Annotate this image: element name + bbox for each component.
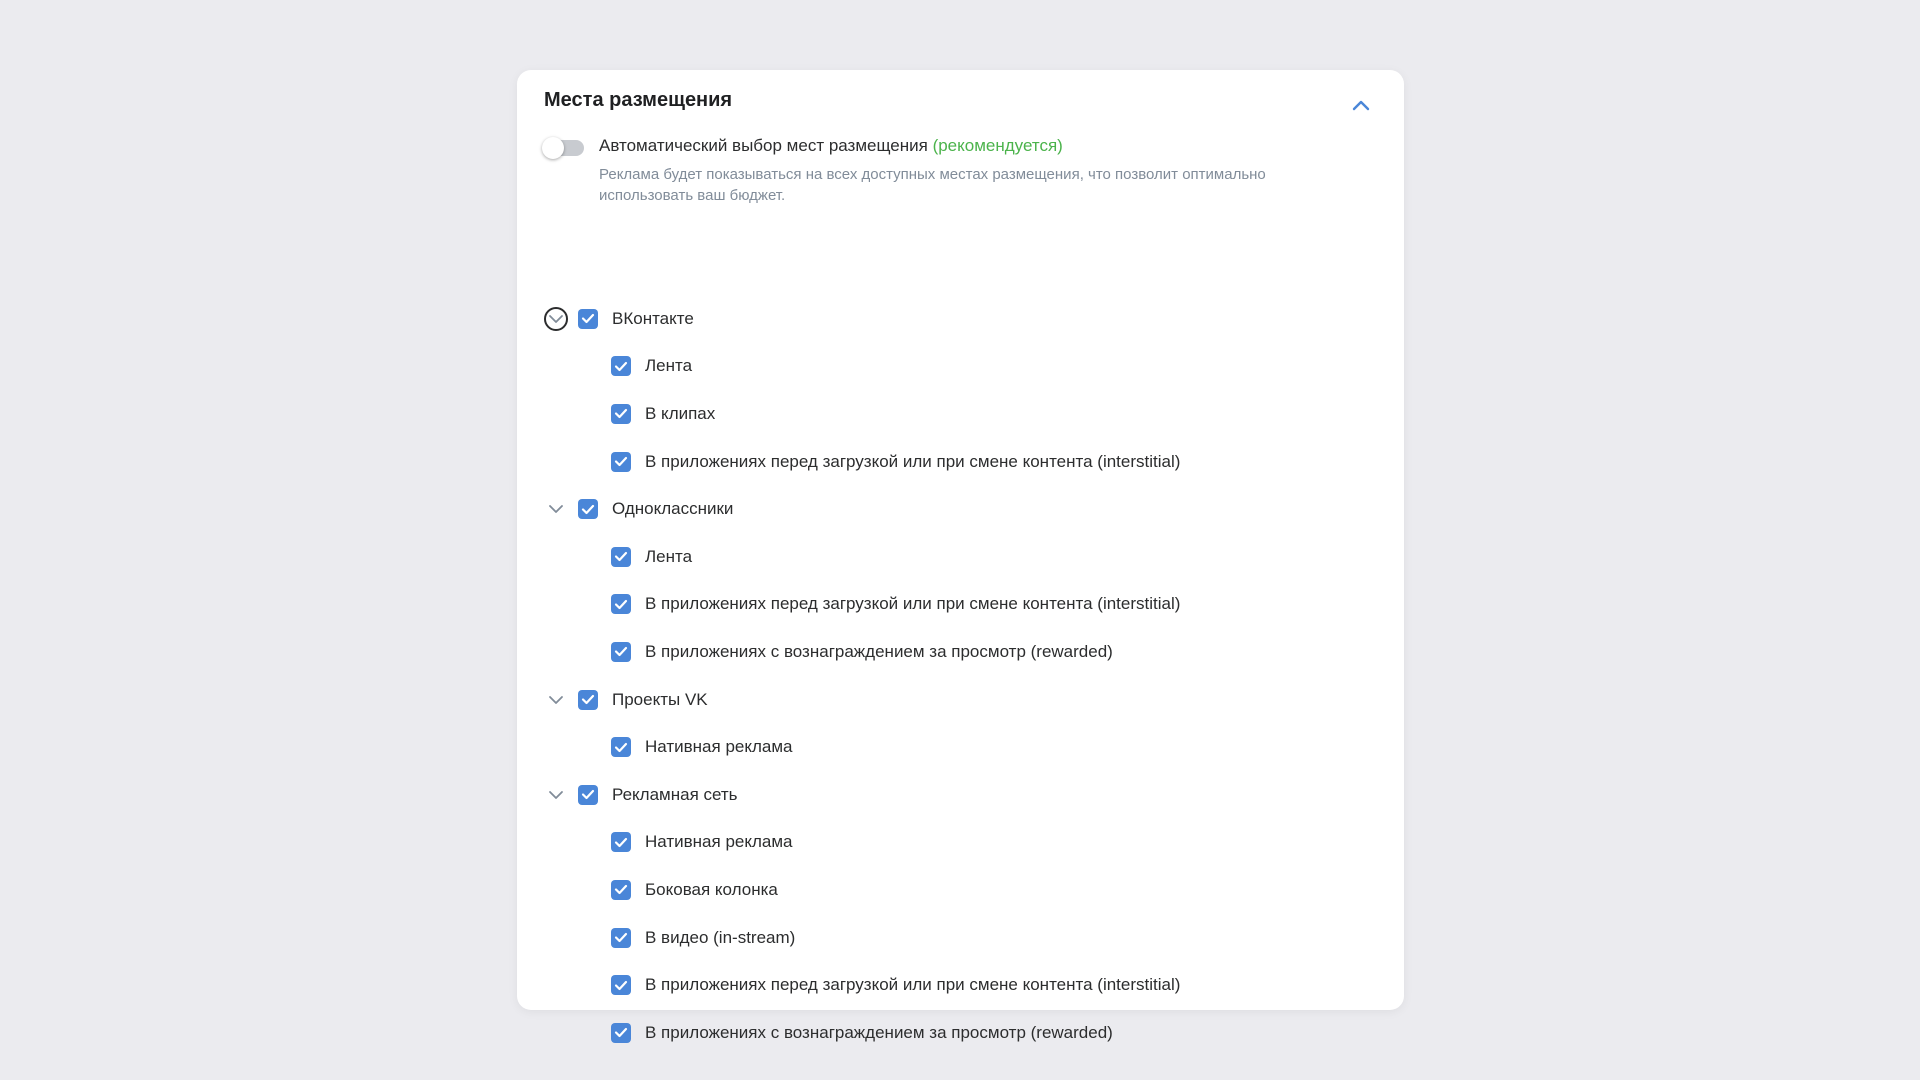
recommended-note: (рекомендуется) bbox=[932, 136, 1063, 155]
placement-checkbox[interactable] bbox=[611, 927, 631, 948]
placement-label: В приложениях перед загрузкой или при см… bbox=[645, 975, 1181, 995]
checkmark-icon bbox=[614, 599, 628, 610]
placement-label: В приложениях с вознаграждением за просм… bbox=[645, 641, 1113, 661]
checkmark-icon bbox=[614, 646, 628, 657]
checkmark-icon bbox=[614, 932, 628, 943]
placement-checkbox[interactable] bbox=[611, 1022, 631, 1043]
placement-item-row: В приложениях перед загрузкой или при см… bbox=[544, 438, 1344, 486]
group-label: Проекты VK bbox=[612, 689, 708, 709]
placement-group-row: Одноклассники bbox=[544, 485, 1344, 533]
placement-item-row: Лента bbox=[544, 533, 1344, 581]
placement-item-row: В приложениях с вознаграждением за просм… bbox=[544, 628, 1344, 676]
placements-panel: Места размещения Автоматический выбор ме… bbox=[517, 70, 1404, 1043]
placement-label: Нативная реклама bbox=[645, 832, 793, 852]
checkmark-icon bbox=[614, 1027, 628, 1038]
collapse-panel-button[interactable] bbox=[1348, 92, 1374, 118]
chevron-up-icon bbox=[1352, 100, 1370, 111]
group-label: ВКонтакте bbox=[612, 308, 694, 328]
placement-item-row: Нативная реклама bbox=[544, 723, 1344, 771]
chevron-down-icon bbox=[548, 504, 564, 514]
auto-placement-label-text: Автоматический выбор мест размещения bbox=[599, 136, 928, 155]
group-checkbox[interactable] bbox=[578, 689, 598, 710]
checkmark-icon bbox=[581, 789, 595, 800]
checkmark-icon bbox=[614, 884, 628, 895]
placement-group-row: Рекламная сеть bbox=[544, 771, 1344, 819]
placement-checkbox[interactable] bbox=[611, 403, 631, 424]
placement-label: В приложениях перед загрузкой или при см… bbox=[645, 594, 1181, 614]
placement-label: В приложениях с вознаграждением за просм… bbox=[645, 1022, 1113, 1042]
placement-item-row: Боковая колонка bbox=[544, 866, 1344, 914]
group-checkbox[interactable] bbox=[578, 308, 598, 329]
expand-group-button[interactable] bbox=[544, 306, 568, 331]
placement-checkbox[interactable] bbox=[611, 641, 631, 662]
placements-tree: ВКонтакте Лента В клипах В приложениях пере… bbox=[544, 295, 1344, 1057]
placement-label: В клипах bbox=[645, 403, 716, 423]
placement-checkbox[interactable] bbox=[611, 594, 631, 615]
placement-label: В приложениях перед загрузкой или при см… bbox=[645, 451, 1181, 471]
chevron-down-icon bbox=[548, 314, 564, 324]
checkmark-icon bbox=[581, 313, 595, 324]
auto-placement-label: Автоматический выбор мест размещения (ре… bbox=[599, 136, 1063, 156]
checkmark-icon bbox=[614, 361, 628, 372]
placement-checkbox[interactable] bbox=[611, 451, 631, 472]
panel-title: Места размещения bbox=[544, 89, 733, 111]
checkmark-icon bbox=[614, 551, 628, 562]
checkmark-icon bbox=[614, 837, 628, 848]
placement-label: Боковая колонка bbox=[645, 879, 778, 899]
expand-group-button[interactable] bbox=[544, 497, 568, 521]
placement-item-row: Нативная реклама bbox=[544, 819, 1344, 867]
placement-item-row: В приложениях с вознаграждением за просм… bbox=[544, 1009, 1344, 1057]
toggle-knob bbox=[542, 137, 564, 159]
placement-checkbox[interactable] bbox=[611, 546, 631, 567]
chevron-down-icon bbox=[548, 695, 564, 705]
placement-item-row: В приложениях перед загрузкой или при см… bbox=[544, 581, 1344, 629]
placement-item-row: В видео (in-stream) bbox=[544, 914, 1344, 962]
expand-group-button[interactable] bbox=[544, 688, 568, 712]
auto-placement-toggle[interactable] bbox=[542, 137, 584, 159]
expand-group-button[interactable] bbox=[544, 783, 568, 807]
placement-checkbox[interactable] bbox=[611, 879, 631, 900]
checkmark-icon bbox=[614, 456, 628, 467]
group-checkbox[interactable] bbox=[578, 499, 598, 520]
group-label: Одноклассники bbox=[612, 499, 734, 519]
placement-group-row: Проекты VK bbox=[544, 676, 1344, 724]
placement-label: Лента bbox=[645, 356, 693, 376]
placement-item-row: В клипах bbox=[544, 390, 1344, 438]
placement-checkbox[interactable] bbox=[611, 975, 631, 996]
auto-placement-description: Реклама будет показываться на всех досту… bbox=[599, 166, 1266, 204]
checkmark-icon bbox=[581, 504, 595, 515]
group-checkbox[interactable] bbox=[578, 784, 598, 805]
placement-label: В видео (in-stream) bbox=[645, 927, 796, 947]
checkmark-icon bbox=[614, 980, 628, 991]
checkmark-icon bbox=[614, 742, 628, 753]
placement-checkbox[interactable] bbox=[611, 356, 631, 377]
placement-label: Нативная реклама bbox=[645, 737, 793, 757]
placement-label: Лента bbox=[645, 546, 693, 566]
checkmark-icon bbox=[581, 694, 595, 705]
group-label: Рекламная сеть bbox=[612, 784, 738, 804]
placement-group-row: ВКонтакте bbox=[544, 295, 1344, 343]
placement-checkbox[interactable] bbox=[611, 737, 631, 758]
checkmark-icon bbox=[614, 408, 628, 419]
placement-item-row: В приложениях перед загрузкой или при см… bbox=[544, 961, 1344, 1009]
placement-checkbox[interactable] bbox=[611, 832, 631, 853]
chevron-down-icon bbox=[548, 790, 564, 800]
placement-item-row: Лента bbox=[544, 343, 1344, 391]
